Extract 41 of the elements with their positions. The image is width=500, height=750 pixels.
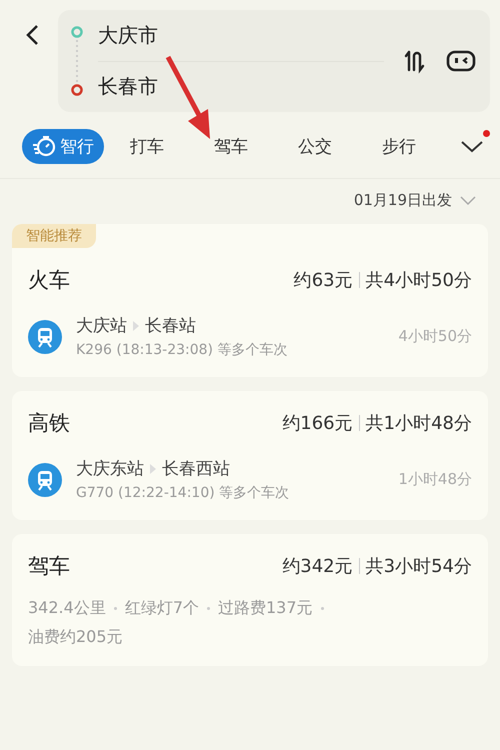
station-name: 大庆东站 [76, 458, 144, 480]
mode-tab[interactable]: 步行 [372, 128, 426, 164]
station-name: 长春站 [145, 315, 196, 337]
route-option-card[interactable]: 高铁 约166元 共1小时48分 大庆东站 长春西站 G770 (12:22-14:10) 等多个车次 1小时48分 [12, 391, 488, 520]
mode-tab[interactable]: 公交 [288, 128, 342, 164]
route-detail: 342.4公里 [28, 598, 106, 619]
mode-tab[interactable]: 打车 [120, 128, 174, 164]
mode-tab[interactable]: 驾车 [204, 128, 258, 164]
duration: 共4小时50分 [366, 269, 472, 292]
route-option-card[interactable]: 驾车 约342元 共3小时54分 342.4公里 红绿灯7个 过路费137元 油费约205元 [12, 534, 488, 666]
chevron-down-icon [460, 196, 476, 206]
option-title: 火车 [28, 267, 70, 294]
station-name: 大庆站 [76, 315, 127, 337]
travel-time: 1小时48分 [398, 470, 472, 489]
train-icon [28, 320, 62, 354]
option-title: 高铁 [28, 410, 70, 437]
duration: 共1小时48分 [366, 412, 472, 435]
origin-field[interactable]: 大庆市 [98, 22, 158, 49]
recommend-badge: 智能推荐 [12, 224, 96, 248]
travel-time: 4小时50分 [398, 327, 472, 346]
stopwatch-icon [32, 135, 56, 157]
station-name: 长春西站 [162, 458, 230, 480]
option-title: 驾车 [28, 553, 70, 580]
mode-tab[interactable]: 智行 [22, 128, 104, 164]
train-numbers: G770 (12:22-14:10) 等多个车次 [76, 484, 290, 502]
route-detail: 红绿灯7个 [124, 598, 199, 619]
route-option-card[interactable]: 智能推荐 火车 约63元 共4小时50分 大庆站 长春站 K296 (18:13-23:08) 等多个车次 4小时50分 [12, 224, 488, 377]
price: 约166元 [282, 412, 353, 435]
route-detail: 油费约205元 [28, 627, 123, 648]
robot-icon[interactable] [446, 49, 476, 73]
departure-date-button[interactable]: 01月19日出发 [354, 191, 476, 210]
price: 约63元 [294, 269, 353, 292]
triangle-icon [150, 464, 156, 474]
train-numbers: K296 (18:13-23:08) 等多个车次 [76, 341, 288, 359]
train-icon [28, 462, 62, 496]
triangle-icon [133, 320, 139, 330]
destination-field[interactable]: 长春市 [98, 73, 158, 100]
route-markers-drawing [70, 26, 84, 96]
route-detail: 过路费137元 [218, 598, 313, 619]
duration: 共3小时54分 [366, 555, 472, 578]
price: 约342元 [282, 555, 353, 578]
